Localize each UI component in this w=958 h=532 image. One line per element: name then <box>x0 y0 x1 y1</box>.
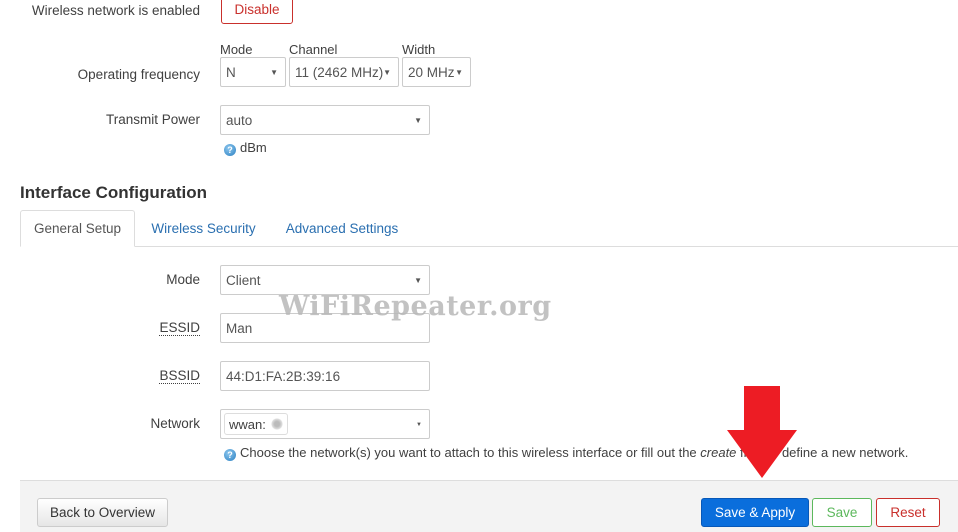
interface-mode-label: Mode <box>166 272 200 287</box>
network-label: Network <box>150 416 200 431</box>
transmit-power-help-text: dBm <box>240 140 267 155</box>
back-to-overview-button[interactable]: Back to Overview <box>37 498 168 527</box>
network-chip-label: wwan: <box>229 416 266 432</box>
width-value: 20 MHz <box>408 64 455 80</box>
section-title: Interface Configuration <box>20 183 208 202</box>
save-button[interactable]: Save <box>812 498 872 527</box>
network-chip[interactable]: wwan: <box>224 413 288 435</box>
network-select[interactable]: wwan: ▼ <box>220 409 430 439</box>
reset-button[interactable]: Reset <box>876 498 940 527</box>
bssid-input[interactable]: 44:D1:FA:2B:39:16 <box>220 361 430 391</box>
transmit-power-value: auto <box>226 112 253 128</box>
width-sublabel: Width <box>402 42 436 57</box>
essid-label: ESSID <box>0 320 200 336</box>
network-help: ? Choose the network(s) you want to attac… <box>224 445 908 461</box>
arrow-shape <box>727 386 797 478</box>
channel-value: 11 (2462 MHz) <box>295 64 384 80</box>
wireless-status-label: Wireless network is enabled <box>31 3 200 18</box>
operating-frequency-label: Operating frequency <box>77 67 200 82</box>
watermark: WiFiRepeater.org <box>279 291 552 322</box>
transmit-power-select[interactable]: auto ▼ <box>220 105 430 135</box>
chevron-down-icon: ▼ <box>270 68 278 77</box>
essid-label-text: ESSID <box>159 320 200 336</box>
chevron-down-icon: ▼ <box>416 422 422 428</box>
save-and-apply-button[interactable]: Save & Apply <box>701 498 809 527</box>
width-select[interactable]: 20 MHz ▼ <box>402 57 471 87</box>
channel-select[interactable]: 11 (2462 MHz) ▼ <box>289 57 399 87</box>
network-globe-icon <box>270 418 283 430</box>
channel-sublabel: Channel <box>289 42 338 57</box>
chevron-down-icon: ▼ <box>455 68 463 77</box>
transmit-power-help: ? dBm <box>224 140 267 156</box>
transmit-power-label: Transmit Power <box>105 112 200 127</box>
red-arrow-down-icon <box>727 386 797 478</box>
mode-sublabel: Mode <box>220 42 253 57</box>
mode-value: N <box>226 64 236 80</box>
chevron-down-icon: ▼ <box>414 276 422 285</box>
mode-select[interactable]: N ▼ <box>220 57 286 87</box>
tab-general-setup[interactable]: General Setup <box>20 210 135 247</box>
bssid-label-text: BSSID <box>159 368 200 384</box>
chevron-down-icon: ▼ <box>414 116 422 125</box>
help-icon: ? <box>224 144 236 156</box>
interface-mode-value: Client <box>226 272 261 288</box>
disable-button[interactable]: Disable <box>221 0 293 24</box>
help-icon: ? <box>224 449 236 461</box>
tab-wireless-security[interactable]: Wireless Security <box>142 210 265 247</box>
network-help-prefix: Choose the network(s) you want to attach… <box>240 445 701 460</box>
bssid-label: BSSID <box>0 368 200 384</box>
tab-advanced-settings[interactable]: Advanced Settings <box>276 210 408 247</box>
chevron-down-icon: ▼ <box>383 68 391 77</box>
